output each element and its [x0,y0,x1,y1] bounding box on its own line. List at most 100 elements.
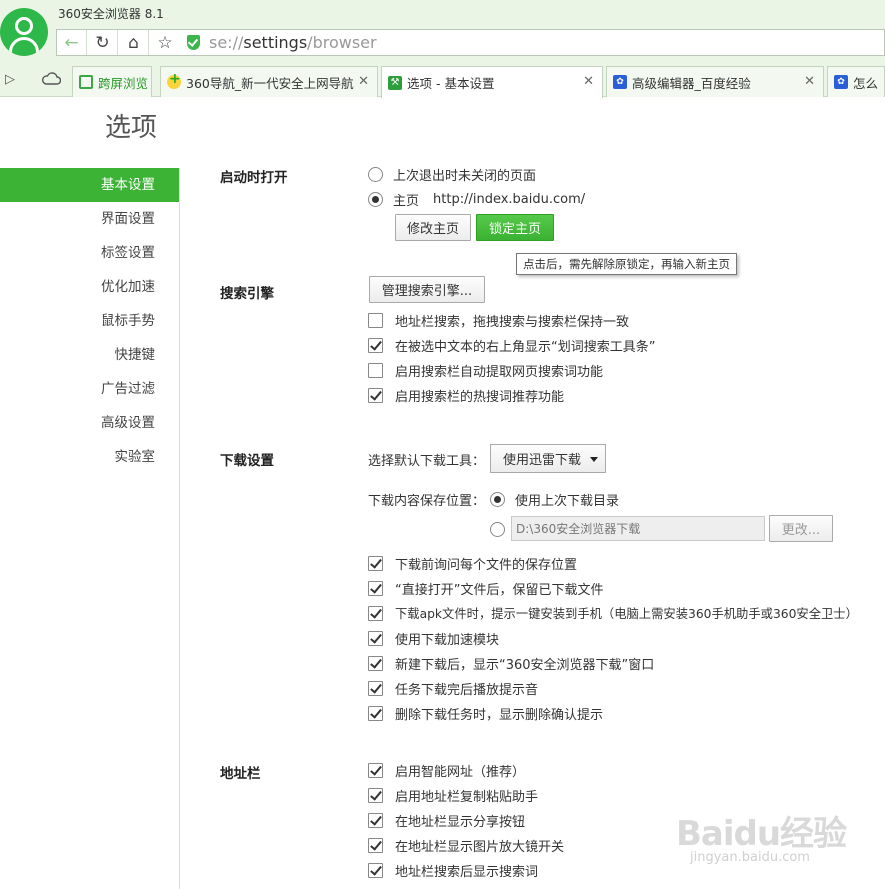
checkbox[interactable] [368,680,383,696]
option-label: 删除下载任务时，显示删除确认提示 [395,707,604,723]
search-option[interactable]: 地址栏搜索，拖拽搜索与搜索栏保持一致 [368,310,629,330]
modify-homepage-button[interactable]: 修改主页 [395,214,471,241]
download-tool-label: 选择默认下载工具： [368,454,486,469]
nav-item-lab[interactable]: 实验室 [0,440,179,474]
nav-item-shortcuts[interactable]: 快捷键 [0,338,179,372]
checkbox[interactable] [368,312,383,328]
addressbar-option[interactable]: 在地址栏显示图片放大镜开关 [368,835,564,855]
checkbox[interactable] [368,580,383,596]
download-option[interactable]: 使用下载加速模块 [368,628,499,648]
section-title-search: 搜索引擎 [220,286,274,302]
addressbar-option[interactable]: 启用智能网址（推荐） [368,760,525,780]
download-option[interactable]: 新建下载后，显示“360安全浏览器下载”窗口 [368,653,654,673]
checkbox[interactable] [368,337,383,353]
radio-button[interactable] [368,166,383,182]
360-logo-icon [167,71,181,89]
checkbox[interactable] [368,630,383,646]
page-title: 选项 [105,113,158,143]
radio-button[interactable] [368,191,383,207]
checkbox[interactable] [368,837,383,853]
caret-down-icon [590,457,598,462]
checkbox[interactable] [368,555,383,571]
change-path-button[interactable]: 更改... [769,515,833,542]
star-icon[interactable]: ☆ [150,30,180,55]
option-label: 任务下载完后播放提示音 [395,682,539,698]
addressbar-option[interactable]: 地址栏搜索后显示搜索词 [368,860,538,880]
option-label: 下载前询问每个文件的保存位置 [395,557,578,573]
settings-content: 启动时打开 上次退出时未关闭的页面 主页 http://index.baidu.… [180,0,885,889]
nav-item-tabs[interactable]: 标签设置 [0,236,179,270]
tab-cross-screen[interactable]: 跨屏浏览 [72,66,152,97]
option-label: 上次退出时未关闭的页面 [393,168,537,184]
sidebar-toggle-icon[interactable]: ▷ [5,72,15,87]
nav-item-optimize[interactable]: 优化加速 [0,270,179,304]
option-label: 地址栏搜索后显示搜索词 [395,864,539,880]
tab-label: 跨屏浏览 [98,75,149,91]
checkbox[interactable] [368,387,383,403]
checkbox[interactable] [368,655,383,671]
option-label: 在地址栏显示图片放大镜开关 [395,839,565,855]
baidu-jingyan-watermark: Baidu经验 jingyan.baidu.com [676,800,876,880]
checkbox[interactable] [368,812,383,828]
section-title-startup: 启动时打开 [220,170,288,186]
download-location-label: 下载内容保存位置： [368,494,486,509]
watermark-logo: Baidu经验 [676,814,847,854]
download-tool-select[interactable]: 使用迅雷下载 [490,444,606,473]
back-arrow-icon[interactable]: ← [57,30,87,55]
nav-item-mouse-gesture[interactable]: 鼠标手势 [0,304,179,338]
checkbox[interactable] [368,705,383,721]
option-label: 启用搜索栏的热搜词推荐功能 [395,389,565,405]
download-option[interactable]: 删除下载任务时，显示删除确认提示 [368,703,603,723]
checkbox[interactable] [368,362,383,378]
option-label: 启用搜索栏自动提取网页搜索词功能 [395,364,604,380]
option-label: 下载apk文件时，提示一键安装到手机（电脑上需安装360手机助手或360安全卫士… [395,607,858,621]
lock-homepage-button[interactable]: 锁定主页 [476,214,554,241]
search-option[interactable]: 在被选中文本的右上角显示“划词搜索工具条” [368,335,655,355]
option-label: “直接打开”文件后，保留已下载文件 [395,582,604,598]
manage-search-engines-button[interactable]: 管理搜索引擎... [369,276,485,303]
section-title-addressbar: 地址栏 [220,766,261,782]
startup-option-homepage[interactable]: 主页 http://index.baidu.com/ [368,189,585,209]
watermark-url: jingyan.baidu.com [690,850,810,865]
option-label: 使用上次下载目录 [515,493,620,509]
download-path-input[interactable] [511,516,765,541]
nav-item-ad-filter[interactable]: 广告过滤 [0,372,179,406]
option-label: 新建下载后，显示“360安全浏览器下载”窗口 [395,657,655,673]
option-label: 使用下载加速模块 [395,632,500,648]
section-title-download: 下载设置 [220,453,274,469]
option-label: 地址栏搜索，拖拽搜索与搜索栏保持一致 [395,314,630,330]
startup-option-last-session[interactable]: 上次退出时未关闭的页面 [368,164,536,184]
reload-icon[interactable]: ↻ [88,30,118,55]
cloud-icon[interactable] [42,71,61,85]
nav-item-advanced[interactable]: 高级设置 [0,406,179,440]
download-option[interactable]: 任务下载完后播放提示音 [368,678,538,698]
homepage-url: http://index.baidu.com/ [433,191,586,207]
option-label: 启用地址栏复制粘贴助手 [395,789,539,805]
checkbox[interactable] [368,862,383,878]
checkbox[interactable] [368,787,383,803]
addressbar-option[interactable]: 启用地址栏复制粘贴助手 [368,785,538,805]
checkbox[interactable] [368,762,383,778]
user-avatar-icon[interactable] [0,8,48,56]
home-icon[interactable]: ⌂ [119,30,149,55]
settings-nav: 基本设置 界面设置 标签设置 优化加速 鼠标手势 快捷键 广告过滤 高级设置 实… [0,168,180,889]
option-label: 主页 [393,193,420,209]
radio-button[interactable] [490,491,505,507]
radio-button[interactable] [490,521,505,537]
search-option[interactable]: 启用搜索栏的热搜词推荐功能 [368,385,564,405]
app-title: 360安全浏览器 8.1 [58,7,164,21]
nav-item-interface[interactable]: 界面设置 [0,202,179,236]
download-option[interactable]: “直接打开”文件后，保留已下载文件 [368,578,603,598]
option-label: 启用智能网址（推荐） [395,764,526,780]
green-square-icon [79,75,93,89]
option-label: 在被选中文本的右上角显示“划词搜索工具条” [395,339,656,355]
nav-item-basic[interactable]: 基本设置 [0,168,179,202]
download-option[interactable]: 下载apk文件时，提示一键安装到手机（电脑上需安装360手机助手或360安全卫士… [368,603,858,623]
search-option[interactable]: 启用搜索栏自动提取网页搜索词功能 [368,360,603,380]
select-value: 使用迅雷下载 [503,453,582,468]
checkbox[interactable] [368,605,383,621]
download-location-last-dir[interactable]: 使用上次下载目录 [490,489,619,509]
lock-homepage-tooltip: 点击后，需先解除原锁定，再输入新主页 [516,253,737,275]
download-option[interactable]: 下载前询问每个文件的保存位置 [368,553,577,573]
addressbar-option[interactable]: 在地址栏显示分享按钮 [368,810,525,830]
